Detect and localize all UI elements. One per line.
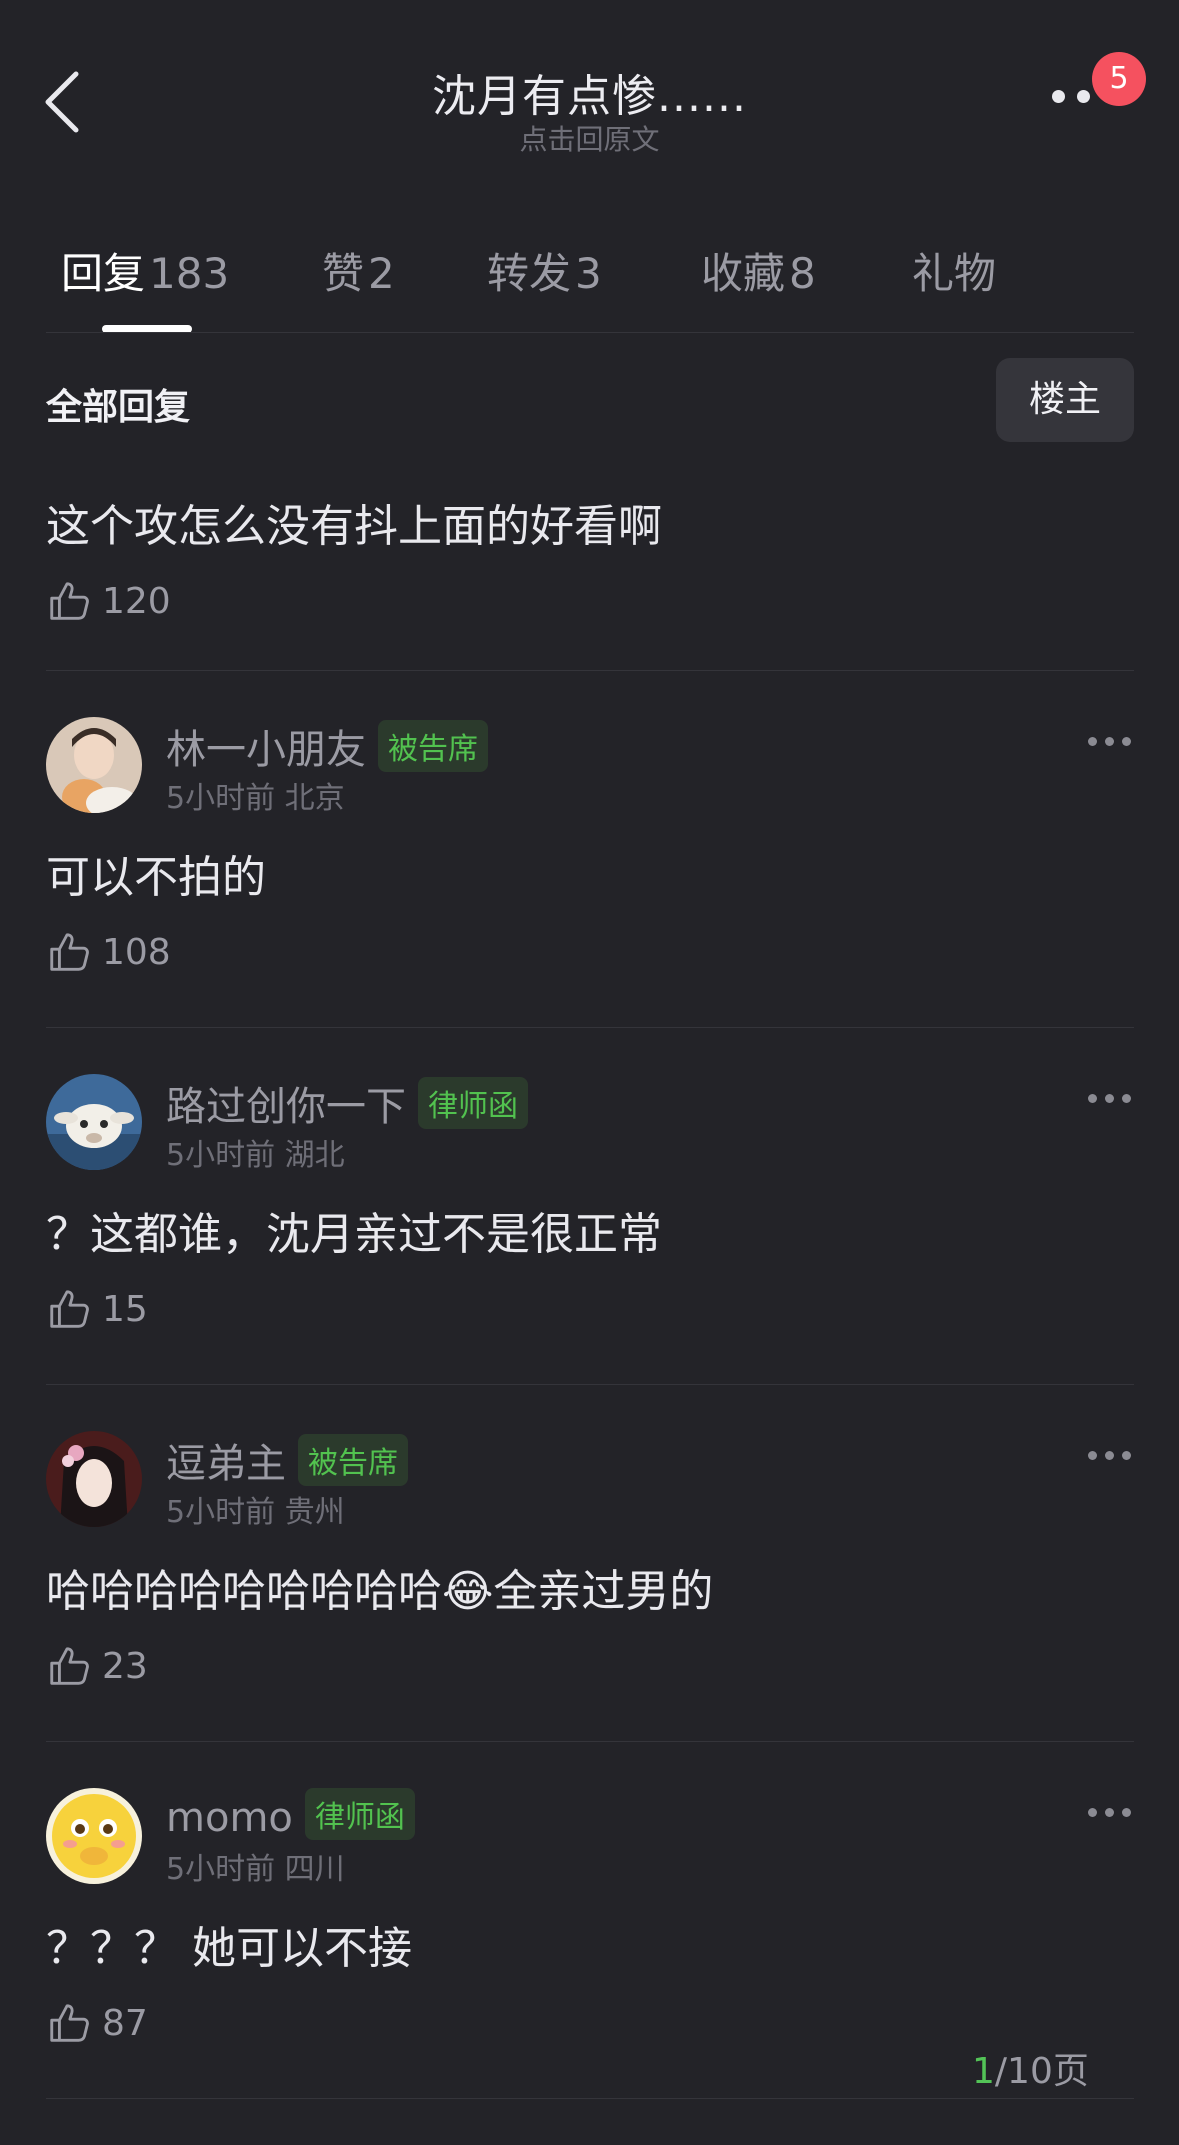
- location: 湖北: [284, 1138, 345, 1173]
- tab-reposts[interactable]: 转发3: [487, 240, 602, 301]
- thumbs-up-icon: [50, 582, 89, 620]
- avatar[interactable]: [46, 1788, 142, 1884]
- location: 北京: [284, 781, 345, 816]
- top-bar: 沈月有点惨...... 点击回原文 5: [0, 0, 1179, 170]
- like-button[interactable]: 120: [46, 578, 171, 624]
- all-replies-heading: 全部回复: [46, 387, 191, 428]
- comment-meta: 5小时前 四川: [166, 1844, 345, 1888]
- page-title[interactable]: 沈月有点惨......: [0, 60, 1179, 124]
- location: 四川: [284, 1852, 345, 1887]
- comment-more-button[interactable]: [1088, 1094, 1131, 1103]
- comment-text: ？这都谁，沈月亲过不是很正常: [46, 1209, 662, 1260]
- timestamp: 5小时前: [166, 1495, 276, 1530]
- reply-text: 这个攻怎么没有抖上面的好看啊: [46, 501, 662, 552]
- tab-likes[interactable]: 赞2: [322, 240, 395, 301]
- avatar-image: [46, 1074, 142, 1170]
- user-tag: 律师函: [304, 1788, 415, 1840]
- avatar-image: [46, 717, 142, 813]
- comment-text: ？？？ 她可以不接: [46, 1923, 412, 1974]
- total-pages: /10页: [994, 2051, 1089, 2092]
- like-count: 108: [102, 931, 171, 973]
- avatar[interactable]: [46, 1074, 142, 1170]
- divider: [46, 2098, 1134, 2099]
- back-to-original-link[interactable]: 点击回原文: [0, 118, 1179, 158]
- location: 贵州: [284, 1495, 345, 1530]
- like-button[interactable]: 15: [46, 1286, 148, 1332]
- username[interactable]: 路过创你一下 律师函: [166, 1074, 528, 1132]
- current-page: 1: [972, 2051, 995, 2092]
- comment-meta: 5小时前 贵州: [166, 1487, 345, 1531]
- avatar-image: [46, 1788, 142, 1884]
- comment-meta: 5小时前 北京: [166, 773, 345, 817]
- like-count: 23: [102, 1645, 148, 1687]
- comment-item: 路过创你一下 律师函 5小时前 湖北 ？这都谁，沈月亲过不是很正常 15: [0, 1074, 1179, 1431]
- divider: [46, 332, 1134, 333]
- timestamp: 5小时前: [166, 781, 276, 816]
- comment-text: 哈哈哈哈哈哈哈哈哈😂全亲过男的: [46, 1566, 714, 1617]
- user-tag: 被告席: [378, 720, 488, 772]
- like-count: 87: [102, 2002, 148, 2044]
- tab-gifts[interactable]: 礼物: [912, 240, 1000, 301]
- thumbs-up-icon: [50, 1647, 89, 1685]
- user-tag: 被告席: [298, 1434, 408, 1486]
- comment-more-button[interactable]: [1088, 1808, 1131, 1817]
- thumbs-up-icon: [50, 1290, 89, 1328]
- thumbs-up-icon: [50, 933, 89, 971]
- like-button[interactable]: 87: [46, 2000, 148, 2046]
- tab-bar: 回复183 赞2 转发3 收藏8 礼物: [46, 240, 1146, 300]
- tab-favorites[interactable]: 收藏8: [701, 240, 816, 301]
- like-count: 120: [102, 580, 171, 622]
- divider: [46, 1027, 1134, 1028]
- divider: [46, 1741, 1134, 1742]
- user-tag: 律师函: [418, 1077, 528, 1129]
- comment-more-button[interactable]: [1088, 737, 1131, 746]
- username[interactable]: 林一小朋友 被告席: [166, 717, 488, 775]
- username[interactable]: momo 律师函: [166, 1788, 415, 1841]
- username[interactable]: 逗弟主 被告席: [166, 1431, 408, 1489]
- like-button[interactable]: 108: [46, 929, 171, 975]
- notification-badge: 5: [1092, 52, 1146, 106]
- timestamp: 5小时前: [166, 1138, 276, 1173]
- divider: [46, 1384, 1134, 1385]
- like-button[interactable]: 23: [46, 1643, 148, 1689]
- avatar-image: [46, 1431, 142, 1527]
- owner-only-button[interactable]: 楼主: [996, 358, 1134, 442]
- avatar[interactable]: [46, 1431, 142, 1527]
- like-count: 15: [102, 1288, 148, 1330]
- thumbs-up-icon: [50, 2004, 89, 2042]
- comment-more-button[interactable]: [1088, 1451, 1131, 1460]
- page-indicator[interactable]: 1/10页: [972, 2042, 1089, 2094]
- comment-item: 逗弟主 被告席 5小时前 贵州 哈哈哈哈哈哈哈哈哈😂全亲过男的 23: [0, 1431, 1179, 1788]
- comment-meta: 5小时前 湖北: [166, 1130, 345, 1174]
- timestamp: 5小时前: [166, 1852, 276, 1887]
- comment-item: 林一小朋友 被告席 5小时前 北京 可以不拍的 108: [0, 717, 1179, 1074]
- tab-replies[interactable]: 回复183: [61, 240, 229, 301]
- divider: [46, 670, 1134, 671]
- avatar[interactable]: [46, 717, 142, 813]
- comment-text: 可以不拍的: [46, 852, 266, 903]
